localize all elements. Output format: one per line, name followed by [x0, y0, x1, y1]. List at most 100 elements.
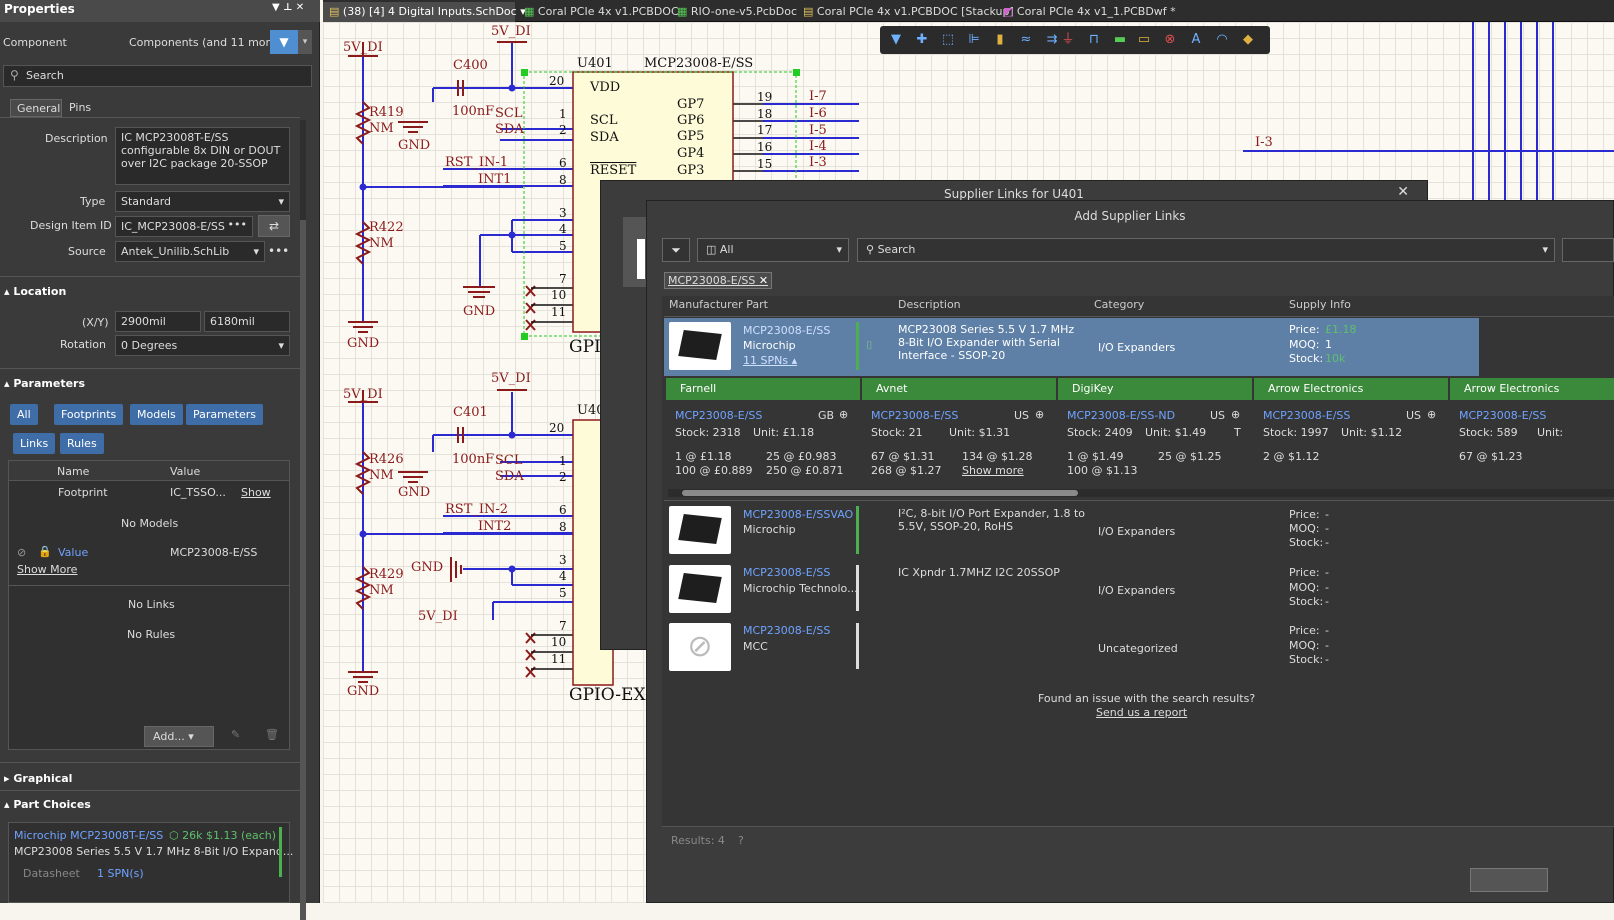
add-button[interactable]: Add... ▾ — [144, 726, 214, 747]
chip-parameters[interactable]: Parameters — [186, 404, 263, 425]
c401-value: 100nF — [452, 452, 495, 467]
row1-spns[interactable]: 11 SPNs ▴ — [743, 354, 797, 367]
supplier-unit: Unit: $1.49 — [1145, 426, 1207, 439]
supplier-pn[interactable]: MCP23008-E/SS — [675, 409, 762, 422]
wire-icon[interactable]: ≈ — [1018, 32, 1034, 48]
search-input[interactable]: Search — [3, 65, 312, 87]
chip-footprints[interactable]: Footprints — [54, 404, 124, 425]
search-button[interactable] — [1562, 238, 1614, 262]
send-report-link[interactable]: Send us a report — [1096, 706, 1187, 719]
filter-button[interactable]: ▼ — [270, 30, 298, 54]
lock-icon[interactable]: 🔒 — [38, 545, 52, 558]
panel-menu-icon[interactable]: ▼ ⊥ ✕ — [272, 2, 304, 13]
rotation-select[interactable]: 0 Degrees ▾ — [115, 335, 290, 356]
pin-num: 11 — [551, 652, 567, 666]
x-input[interactable]: 2900mil — [115, 311, 201, 332]
net-5vdi-3: 5V_DI — [343, 387, 383, 402]
select-icon[interactable]: ⬚ — [940, 32, 956, 48]
design-item-field[interactable]: IC_MCP23008-E/SS ••• — [115, 216, 253, 237]
move-icon[interactable]: ✚ — [914, 32, 930, 48]
no-erc-icon[interactable]: ⊗ — [1162, 32, 1178, 48]
type-select[interactable]: Standard ▾ — [115, 191, 290, 212]
location-section[interactable]: ▴ Location — [4, 285, 66, 298]
swap-button[interactable]: ⇄ — [258, 215, 290, 237]
component-icon[interactable]: ▮ — [992, 32, 1008, 48]
xy-label: (X/Y) — [82, 316, 109, 329]
description-field[interactable]: IC MCP23008T-E/SS configurable 8x DIN or… — [115, 127, 290, 185]
show-link[interactable]: Show — [241, 486, 271, 499]
supplier-card-avnet[interactable]: Avnet MCP23008-E/SS US ⊕ Stock: 21 Unit:… — [862, 378, 1056, 484]
spns-link[interactable]: 1 SPN(s) — [97, 867, 144, 880]
supplier-pn[interactable]: MCP23008-E/SS — [871, 409, 958, 422]
power-icon[interactable]: ⏚ — [1060, 32, 1076, 48]
supplier-pn[interactable]: MCP23008-E/SS-ND — [1067, 409, 1175, 422]
align-icon[interactable]: ⊫ — [966, 32, 982, 48]
supplier-card-farnell[interactable]: Farnell MCP23008-E/SS GB ⊕ Stock: 2318 U… — [666, 378, 860, 484]
row1-part[interactable]: MCP23008-E/SS — [743, 324, 830, 337]
netlabel-icon[interactable]: ⊓ — [1086, 32, 1102, 48]
search-tag[interactable]: MCP23008-E/SS ✕ — [664, 272, 773, 289]
tab-schdoc[interactable]: ▤ (38) [4] 4 Digital Inputs.SchDoc ▾ — [323, 2, 526, 22]
tab-pcbdwf[interactable]: ◩ Coral PCIe 4x v1_1.PCBDwf * — [997, 2, 1182, 22]
show-more-link[interactable]: Show more — [962, 464, 1024, 477]
filter-dropdown[interactable]: ▾ — [298, 30, 312, 54]
filter-button[interactable]: ⏷ — [662, 238, 690, 262]
tab-general[interactable]: General — [10, 99, 62, 117]
globe-icon[interactable]: ⊕ — [839, 408, 848, 421]
globe-icon[interactable]: ⊕ — [1231, 408, 1240, 421]
globe-icon[interactable]: ⊕ — [1427, 408, 1436, 421]
supplier-pn[interactable]: MCP23008-E/SS — [1263, 409, 1350, 422]
graphical-section[interactable]: ▸ Graphical — [4, 772, 72, 785]
part-choice-link[interactable]: Microchip MCP23008T-E/SS — [14, 829, 163, 842]
harness-icon[interactable]: ▬ — [1112, 32, 1128, 48]
supplier-pn[interactable]: MCP23008-E/SS — [1459, 409, 1546, 422]
help-icon[interactable]: ? — [738, 834, 744, 847]
globe-icon[interactable]: ⊕ — [1035, 408, 1044, 421]
category-select[interactable]: ◫ All ▾ — [697, 238, 849, 262]
y-input[interactable]: 6180mil — [204, 311, 290, 332]
trash-icon[interactable]: 🗑 — [265, 728, 279, 741]
scrollbar[interactable] — [300, 120, 306, 920]
part-choices-section[interactable]: ▴ Part Choices — [4, 798, 91, 811]
chip-rules[interactable]: Rules — [60, 433, 104, 454]
pin-num: 17 — [757, 123, 773, 137]
ok-button[interactable] — [1470, 868, 1548, 892]
tab-stackup[interactable]: ▤ Coral PCIe 4x v1.PCBDOC [Stackup] — [797, 2, 1020, 22]
row4-part[interactable]: MCP23008-E/SS — [743, 624, 830, 637]
show-more-link[interactable]: Show More — [17, 563, 77, 576]
chip-all[interactable]: All — [10, 404, 38, 425]
supplier-card-arrow-2[interactable]: Arrow Electronics MCP23008-E/SS Stock: 5… — [1450, 378, 1614, 484]
chip-models[interactable]: Models — [130, 404, 183, 425]
arc-icon[interactable]: ◠ — [1214, 32, 1230, 48]
close-icon[interactable]: ✕ — [759, 274, 768, 287]
tab-rio[interactable]: ▦ RIO-one-v5.PcbDoc — [671, 2, 803, 22]
chip-links[interactable]: Links — [13, 433, 56, 454]
supplier-search-input[interactable]: ⚲ Search ▾ — [857, 238, 1555, 262]
row4-moq: - — [1325, 639, 1329, 652]
stock-label: Stock: — [1289, 653, 1324, 666]
horizontal-scrollbar[interactable] — [668, 489, 1614, 497]
more-icon[interactable]: ••• — [268, 244, 289, 258]
part-choice-card[interactable]: Microchip MCP23008T-E/SS ⬡ 26k $1.13 (ea… — [8, 822, 293, 903]
edit-icon[interactable]: ✎ — [231, 728, 240, 741]
source-select[interactable]: Antek_Unilib.SchLib ▾ — [115, 241, 265, 262]
parameters-section[interactable]: ▴ Parameters — [4, 377, 85, 390]
eye-off-icon[interactable]: ⊘ — [17, 546, 26, 559]
text-icon[interactable]: A — [1188, 32, 1204, 48]
port-icon[interactable]: ▭ — [1136, 32, 1152, 48]
price-label: Price: — [1289, 566, 1320, 579]
directive-icon[interactable]: ◆ — [1240, 32, 1256, 48]
close-icon[interactable]: ✕ — [1397, 184, 1409, 200]
supplier-card-arrow[interactable]: Arrow Electronics MCP23008-E/SS US ⊕ Sto… — [1254, 378, 1448, 484]
price-label: Price: — [1289, 508, 1320, 521]
footprint-value[interactable]: IC_TSSO... — [170, 486, 226, 499]
bus-icon[interactable]: ⇉ — [1044, 32, 1060, 48]
more-icon[interactable]: ••• — [228, 218, 247, 231]
row2-part[interactable]: MCP23008-E/SSVAO — [743, 508, 853, 521]
row3-part[interactable]: MCP23008-E/SS — [743, 566, 830, 579]
tab-pins[interactable]: Pins — [64, 99, 96, 117]
supplier-card-digikey[interactable]: DigiKey MCP23008-E/SS-ND US ⊕ Stock: 240… — [1058, 378, 1252, 484]
datasheet-link[interactable]: Datasheet — [23, 867, 80, 880]
filter-icon[interactable]: ▼ — [888, 32, 904, 48]
tab-pcbdoc[interactable]: ▦ Coral PCIe 4x v1.PCBDOC — [518, 2, 685, 22]
